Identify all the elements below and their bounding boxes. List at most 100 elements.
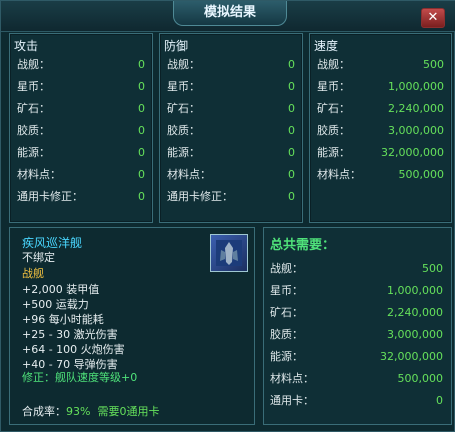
ship-detail-card: 疾风巡洋舰 不绑定 战舰 +2,000 装甲值 +500 运载力 +96 每小时能耗… <box>9 227 255 425</box>
attack-row-label: 能源： <box>17 146 50 159</box>
total-row-value: 2,240,000 <box>387 306 443 319</box>
defense-row-label: 通用卡修正： <box>167 190 233 203</box>
total-row-value: 500 <box>422 262 443 275</box>
defense-row-label: 能源： <box>167 146 200 159</box>
defense-row-value: 0 <box>288 124 295 137</box>
simulation-result-window: 模拟结果 ✕ 攻击 战舰： 0 星币： 0 矿石： 0 胶质： 0 能源： 0 材料点： 0 通用卡修正… <box>0 0 455 432</box>
attack-row-value: 0 <box>138 146 145 159</box>
bind-status: 不绑定 <box>22 251 55 264</box>
speed-row: 胶质： 3,000,000 <box>317 122 444 140</box>
ship-stat: +500 运载力 <box>22 298 89 311</box>
attack-row-label: 材料点： <box>17 168 61 181</box>
speed-row-value: 2,240,000 <box>388 102 444 115</box>
total-row-label: 材料点： <box>270 372 314 385</box>
total-row-label: 通用卡： <box>270 394 314 407</box>
speed-panel: 速度 战舰： 500 星币： 1,000,000 矿石： 2,240,000 胶质： 3,00… <box>309 33 452 223</box>
speed-row-label: 星币： <box>317 80 350 93</box>
speed-row-label: 战舰： <box>317 58 350 71</box>
defense-row-label: 星币： <box>167 80 200 93</box>
attack-title: 攻击 <box>14 39 39 53</box>
attack-row-value: 0 <box>138 190 145 203</box>
window-title: 模拟结果 <box>173 1 287 26</box>
total-row-value: 0 <box>436 394 443 407</box>
title-bar: 模拟结果 ✕ <box>1 1 455 32</box>
defense-row-value: 0 <box>288 102 295 115</box>
speed-row: 能源： 32,000,000 <box>317 144 444 162</box>
attack-row-label: 战舰： <box>17 58 50 71</box>
defense-row-value: 0 <box>288 80 295 93</box>
attack-row-label: 通用卡修正： <box>17 190 83 203</box>
rate-label: 合成率： <box>22 405 66 418</box>
total-row: 胶质： 3,000,000 <box>270 326 443 344</box>
attack-row: 胶质： 0 <box>17 122 145 140</box>
defense-row: 战舰： 0 <box>167 56 295 74</box>
attack-row: 通用卡修正： 0 <box>17 188 145 206</box>
total-row: 能源： 32,000,000 <box>270 348 443 366</box>
cards-needed: 需要0通用卡 <box>97 405 160 418</box>
speed-row: 材料点： 500,000 <box>317 166 444 184</box>
total-row-value: 1,000,000 <box>387 284 443 297</box>
defense-row-value: 0 <box>288 146 295 159</box>
ship-stat: +2,000 装甲值 <box>22 283 100 296</box>
total-row-label: 星币： <box>270 284 303 297</box>
total-row-label: 能源： <box>270 350 303 363</box>
defense-row: 能源： 0 <box>167 144 295 162</box>
total-row-label: 矿石： <box>270 306 303 319</box>
speed-row: 战舰： 500 <box>317 56 444 74</box>
modifier-text: 修正：舰队速度等级+0 <box>22 371 138 384</box>
speed-row-label: 材料点： <box>317 168 361 181</box>
speed-row: 矿石： 2,240,000 <box>317 100 444 118</box>
defense-row: 材料点： 0 <box>167 166 295 184</box>
speed-title: 速度 <box>314 39 339 53</box>
speed-row-value: 500,000 <box>398 168 445 181</box>
ship-stat: +64 - 100 火炮伤害 <box>22 343 125 356</box>
attack-row-value: 0 <box>138 58 145 71</box>
defense-row-label: 战舰： <box>167 58 200 71</box>
item-type: 战舰 <box>22 267 44 280</box>
total-row-value: 3,000,000 <box>387 328 443 341</box>
defense-row: 矿石： 0 <box>167 100 295 118</box>
ship-image-icon <box>216 240 242 266</box>
attack-row-label: 星币： <box>17 80 50 93</box>
speed-row-label: 胶质： <box>317 124 350 137</box>
ship-stat: +25 - 30 激光伤害 <box>22 328 118 341</box>
speed-row-value: 32,000,000 <box>381 146 444 159</box>
close-icon: ✕ <box>427 10 439 25</box>
success-rate: 合成率：93% 需要0通用卡 <box>22 404 159 420</box>
defense-row-value: 0 <box>288 190 295 203</box>
total-row-label: 战舰： <box>270 262 303 275</box>
total-row-value: 500,000 <box>397 372 444 385</box>
speed-row: 星币： 1,000,000 <box>317 78 444 96</box>
attack-row-value: 0 <box>138 124 145 137</box>
speed-row-value: 3,000,000 <box>388 124 444 137</box>
defense-row-value: 0 <box>288 58 295 71</box>
total-row: 材料点： 500,000 <box>270 370 443 388</box>
attack-row: 材料点： 0 <box>17 166 145 184</box>
attack-panel: 攻击 战舰： 0 星币： 0 矿石： 0 胶质： 0 能源： 0 材料点： 0 通用卡修正： 0 <box>9 33 153 223</box>
defense-row: 星币： 0 <box>167 78 295 96</box>
total-row: 星币： 1,000,000 <box>270 282 443 300</box>
total-row-label: 胶质： <box>270 328 303 341</box>
defense-row: 胶质： 0 <box>167 122 295 140</box>
defense-row-value: 0 <box>288 168 295 181</box>
ship-name: 疾风巡洋舰 <box>22 236 83 250</box>
close-button[interactable]: ✕ <box>421 8 445 28</box>
ship-icon[interactable] <box>210 234 248 272</box>
speed-row-label: 矿石： <box>317 102 350 115</box>
ship-stat: +96 每小时能耗 <box>22 313 104 326</box>
defense-row-label: 矿石： <box>167 102 200 115</box>
total-title: 总共需要： <box>270 238 336 253</box>
total-row: 战舰： 500 <box>270 260 443 278</box>
attack-row: 能源： 0 <box>17 144 145 162</box>
defense-row-label: 胶质： <box>167 124 200 137</box>
defense-row: 通用卡修正： 0 <box>167 188 295 206</box>
attack-row: 战舰： 0 <box>17 56 145 74</box>
total-required-panel: 总共需要： 战舰： 500 星币： 1,000,000 矿石： 2,240,000 胶质： 3… <box>263 227 452 425</box>
defense-panel: 防御 战舰： 0 星币： 0 矿石： 0 胶质： 0 能源： 0 材料点： 0 通用卡修正： 0 <box>159 33 303 223</box>
attack-row: 星币： 0 <box>17 78 145 96</box>
attack-row-value: 0 <box>138 80 145 93</box>
defense-title: 防御 <box>164 39 189 53</box>
attack-row: 矿石： 0 <box>17 100 145 118</box>
attack-row-value: 0 <box>138 168 145 181</box>
attack-row-value: 0 <box>138 102 145 115</box>
